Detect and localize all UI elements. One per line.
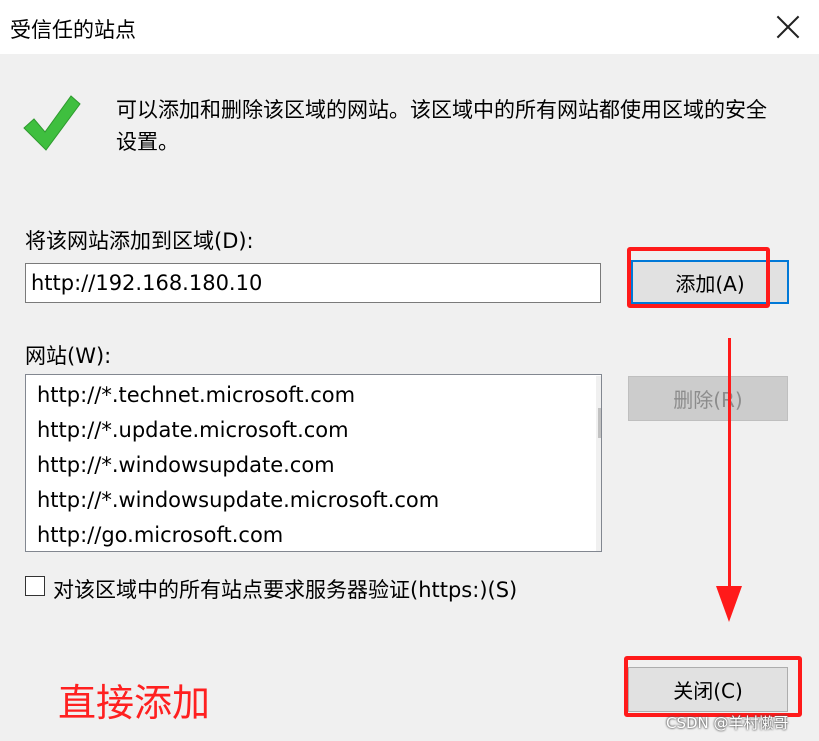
websites-label: 网站(W): [25,344,112,368]
watermark: CSDN @羊村懒哥 [666,714,789,732]
annotation-box-close [624,656,802,717]
remove-button[interactable]: 删除(R) [628,376,788,421]
scrollbar-thumb[interactable] [598,408,601,438]
site-url-input[interactable] [25,263,601,303]
chevron-down-icon[interactable] [600,525,602,545]
close-icon[interactable] [771,10,805,44]
title-bar: 受信任的站点 [0,0,819,54]
scrollbar[interactable] [596,376,602,551]
websites-list[interactable]: http://*.technet.microsoft.com http://*.… [25,374,602,552]
chevron-up-icon[interactable] [600,382,602,402]
annotation-box-add [627,247,770,308]
add-site-label: 将该网站添加到区域(D): [25,229,254,253]
checkmark-icon [23,95,81,151]
annotation-arrow-head [716,586,742,622]
annotation-text: 直接添加 [58,681,211,725]
list-item[interactable]: http://*.update.microsoft.com [37,418,349,442]
list-item[interactable]: http://go.microsoft.com [37,523,283,547]
https-checkbox[interactable] [25,576,45,596]
annotation-arrow-line [728,338,731,588]
https-checkbox-label: 对该区域中的所有站点要求服务器验证(https:)(S) [53,578,518,602]
info-text: 可以添加和删除该区域的网站。该区域中的所有网站都使用区域的安全设置。 [116,98,767,154]
list-item[interactable]: http://*.windowsupdate.microsoft.com [37,488,439,512]
list-item[interactable]: http://*.technet.microsoft.com [37,383,355,407]
list-item[interactable]: http://*.windowsupdate.com [37,453,335,477]
window-title: 受信任的站点 [10,18,136,42]
